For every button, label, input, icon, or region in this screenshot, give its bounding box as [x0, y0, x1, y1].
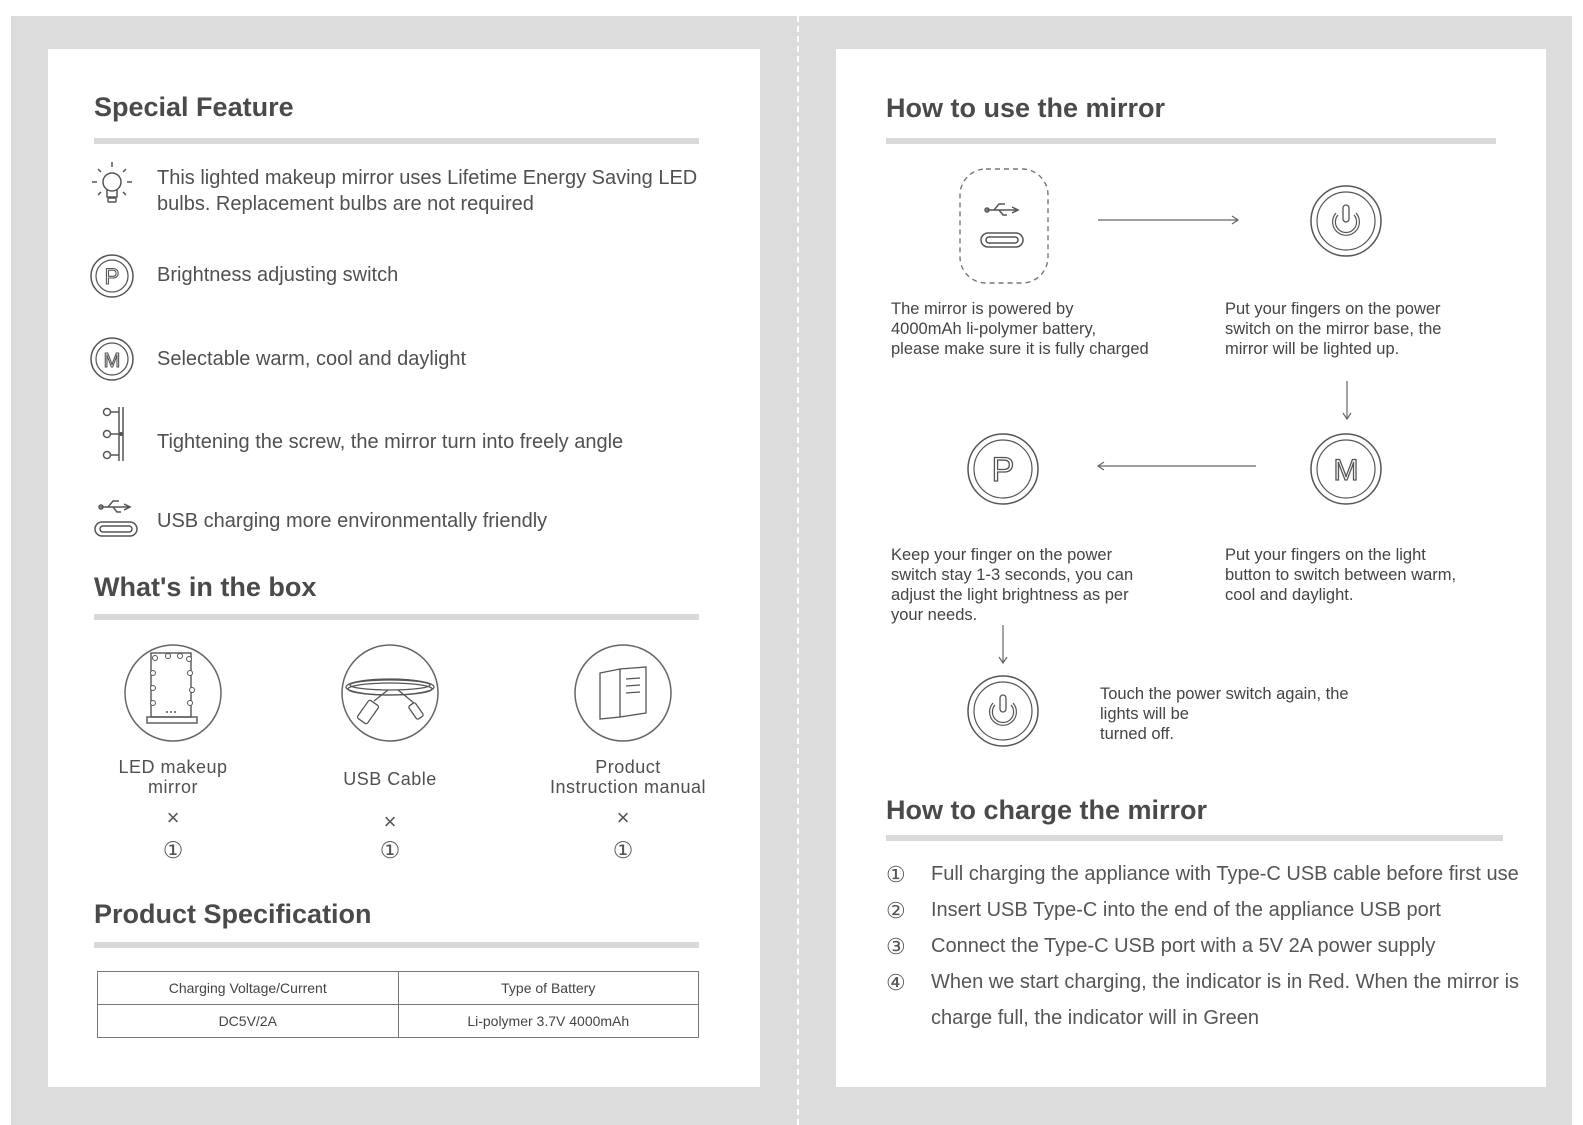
step-power-off-line1: Touch the power switch again, the — [1100, 685, 1349, 703]
step-light-mode-line1: Put your fingers on the light — [1225, 546, 1426, 564]
bulb-icon — [90, 159, 134, 209]
special-feature-heading: Special Feature — [94, 92, 294, 122]
svg-text:M: M — [104, 350, 121, 372]
top-margin — [0, 0, 1583, 16]
step-power-on-text: Put your fingers on the power switch on … — [1225, 299, 1441, 359]
usb-cable-icon — [340, 643, 440, 743]
spec-data-row: DC5V/2A Li-polymer 3.7V 4000mAh — [97, 1004, 699, 1038]
usb-c-icon — [90, 496, 140, 540]
spec-value-battery: Li-polymer 3.7V 4000mAh — [397, 1004, 699, 1038]
feature-bulb-line2: bulbs. Replacement bulbs are not require… — [157, 193, 534, 215]
feature-bulb-text: This lighted makeup mirror uses Lifetime… — [157, 165, 697, 217]
manual-book-icon — [573, 643, 673, 743]
p-button-icon: P — [89, 253, 135, 299]
charge-step-4-text2: charge full, the indicator will in Green — [931, 1007, 1259, 1029]
spec-heading: Product Specification — [94, 899, 372, 929]
left-page: Special Feature This lighted makeup mirr… — [48, 49, 760, 1087]
m-button-large-icon: M — [1309, 432, 1383, 506]
charge-step-2-text: Insert USB Type-C into the end of the ap… — [931, 899, 1441, 921]
charge-step-2-num: ② — [886, 898, 906, 923]
step-brightness-line2: switch stay 1-3 seconds, you can — [891, 566, 1134, 584]
right-margin — [1572, 0, 1583, 1125]
step-power-off-line3: turned off. — [1100, 725, 1175, 743]
step-battery-text: The mirror is powered by 4000mAh li-poly… — [891, 299, 1149, 359]
feature-m-text: Selectable warm, cool and daylight — [157, 348, 467, 370]
charge-step-3-text: Connect the Type-C USB port with a 5V 2A… — [931, 935, 1436, 957]
box-item-mirror-line2: mirror — [148, 777, 198, 797]
step-brightness-text: Keep your finger on the power switch sta… — [891, 545, 1133, 625]
step-power-off-line2: lights will be — [1100, 705, 1189, 723]
box-item-cable-label: USB Cable — [310, 769, 470, 789]
spec-table: Charging Voltage/Current Type of Battery… — [97, 971, 699, 1038]
box-item-cable-qty: ① — [379, 837, 401, 863]
power-button-off-icon — [966, 674, 1040, 748]
step-battery-line1: The mirror is powered by — [891, 300, 1074, 318]
charge-step-4-num: ④ — [886, 970, 906, 995]
left-margin — [0, 0, 11, 1125]
svg-text:M: M — [1334, 454, 1359, 487]
box-item-mirror-label: LED makeup mirror — [93, 757, 253, 797]
step-power-on-line1: Put your fingers on the power — [1225, 300, 1441, 318]
svg-text:P: P — [105, 264, 120, 289]
arrow-right-icon — [1098, 213, 1242, 227]
step-battery-line2: 4000mAh li-polymer battery, — [891, 320, 1097, 338]
spec-rule — [94, 942, 699, 948]
right-page: How to use the mirror The mirror is powe… — [836, 49, 1546, 1087]
power-button-icon — [1309, 184, 1383, 258]
arrow-left-icon — [1094, 459, 1258, 473]
feature-screw-text: Tightening the screw, the mirror turn in… — [157, 431, 624, 453]
step-light-mode-line3: cool and daylight. — [1225, 586, 1354, 604]
arrow-down-icon — [1340, 381, 1354, 423]
usage-heading: How to use the mirror — [886, 93, 1166, 123]
feature-p-text: Brightness adjusting switch — [157, 264, 399, 286]
charge-step-1-num: ① — [886, 862, 906, 887]
step-light-mode-line2: button to switch between warm, — [1225, 566, 1457, 584]
led-mirror-icon — [123, 643, 223, 743]
fold-line — [797, 16, 799, 1125]
special-feature-rule — [94, 138, 699, 144]
charge-step-1-text: Full charging the appliance with Type-C … — [931, 863, 1519, 885]
step-brightness-line1: Keep your finger on the power — [891, 546, 1113, 564]
spec-value-voltage: DC5V/2A — [97, 1004, 399, 1038]
step-power-on-line3: mirror will be lighted up. — [1225, 340, 1400, 358]
svg-text:P: P — [992, 451, 1015, 489]
feature-usb-text: USB charging more environmentally friend… — [157, 510, 548, 532]
box-item-manual-line1: Product — [595, 757, 661, 777]
spec-header-battery: Type of Battery — [397, 971, 699, 1005]
step-light-mode-text: Put your fingers on the light button to … — [1225, 545, 1456, 605]
box-rule — [94, 614, 699, 620]
box-item-manual-multiplier: × — [616, 805, 630, 830]
charge-step-4-text: When we start charging, the indicator is… — [931, 971, 1520, 993]
charge-step-3-num: ③ — [886, 934, 906, 959]
box-item-mirror-line1: LED makeup — [118, 757, 228, 777]
box-item-mirror-multiplier: × — [166, 805, 180, 830]
arrow-down-2-icon — [996, 625, 1010, 667]
step-power-off-text: Touch the power switch again, the lights… — [1100, 684, 1349, 744]
box-heading: What's in the box — [94, 572, 317, 602]
step-brightness-line4: your needs. — [891, 606, 978, 624]
charge-heading: How to charge the mirror — [886, 795, 1208, 825]
box-item-manual-qty: ① — [612, 837, 634, 863]
m-button-icon: M — [89, 336, 135, 382]
box-item-cable-multiplier: × — [383, 809, 397, 834]
step-battery-line3: please make sure it is fully charged — [891, 340, 1149, 358]
charge-rule — [886, 835, 1503, 841]
feature-bulb-line1: This lighted makeup mirror uses Lifetime… — [157, 167, 698, 189]
screw-hinge-icon — [100, 405, 130, 463]
step-power-on-line2: switch on the mirror base, the — [1225, 320, 1442, 338]
box-item-manual-line2: Instruction manual — [549, 777, 707, 797]
step-brightness-line3: adjust the light brightness as per — [891, 586, 1129, 604]
usb-charge-icon — [956, 166, 1052, 286]
box-item-manual-label: Product Instruction manual — [543, 757, 713, 797]
box-item-mirror-qty: ① — [162, 837, 184, 863]
box-item-cable-line1: USB Cable — [343, 769, 437, 789]
p-button-large-icon: P — [966, 432, 1040, 506]
usage-rule — [886, 138, 1496, 144]
spec-header-row: Charging Voltage/Current Type of Battery — [97, 971, 699, 1005]
spec-header-voltage: Charging Voltage/Current — [97, 971, 399, 1005]
